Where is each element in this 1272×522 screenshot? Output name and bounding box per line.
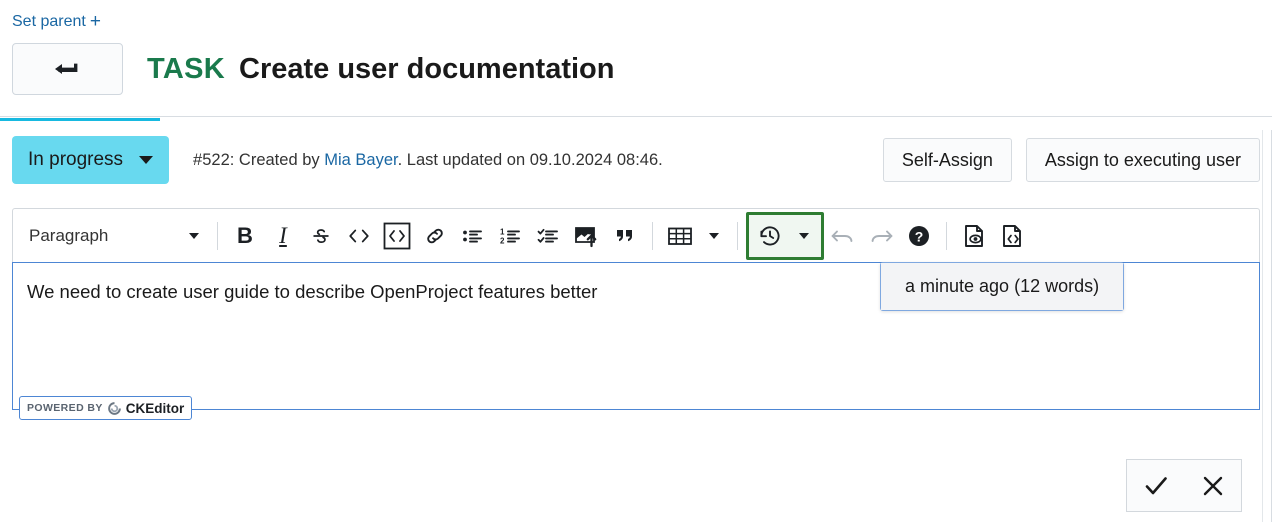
ckeditor-brand-label: CKEditor [126, 401, 185, 416]
todo-list-icon [537, 225, 561, 247]
strikethrough-button[interactable] [302, 217, 340, 255]
help-icon: ? [906, 223, 932, 249]
description-editor: Paragraph B I [12, 208, 1260, 410]
numbered-list-button[interactable]: 1 2 [492, 217, 530, 255]
accent-underline [0, 118, 160, 121]
info-prefix: #522: Created by [193, 151, 324, 169]
revision-history-panel: a minute ago (12 words) [880, 262, 1124, 311]
info-suffix: . Last updated on 09.10.2024 08:46. [398, 151, 663, 169]
revision-history-group [746, 212, 824, 260]
close-icon [1200, 473, 1226, 499]
assign-executing-user-button[interactable]: Assign to executing user [1026, 138, 1260, 182]
revision-history-button[interactable] [751, 217, 789, 255]
bold-button[interactable]: B [226, 217, 264, 255]
revision-history-dropdown[interactable] [789, 217, 819, 255]
revision-item[interactable]: a minute ago (12 words) [881, 263, 1123, 310]
help-button[interactable]: ? [900, 217, 938, 255]
bulleted-list-icon [461, 225, 485, 247]
plus-icon: + [90, 12, 101, 31]
toolbar-separator [217, 222, 218, 250]
paragraph-style-label: Paragraph [29, 226, 108, 246]
work-package-type: TASK [147, 53, 225, 86]
save-button[interactable] [1127, 460, 1184, 511]
edit-actions [1126, 459, 1242, 512]
table-icon [667, 225, 693, 247]
author-link[interactable]: Mia Bayer [324, 151, 397, 169]
cancel-button[interactable] [1184, 460, 1241, 511]
undo-icon [830, 225, 856, 247]
breadcrumb: Set parent + [0, 0, 1272, 26]
block-quote-icon [613, 225, 637, 247]
editor-toolbar: Paragraph B I [12, 208, 1260, 262]
insert-table-button[interactable] [661, 217, 699, 255]
bold-icon: B [237, 223, 253, 249]
chevron-down-icon [709, 233, 719, 239]
set-parent-link[interactable]: Set parent + [12, 12, 101, 31]
link-icon [423, 224, 447, 248]
strikethrough-icon [310, 225, 332, 247]
work-package-header: TASK Create user documentation [0, 26, 1272, 98]
redo-icon [868, 225, 894, 247]
set-parent-label: Set parent [12, 13, 86, 31]
check-icon [1143, 473, 1169, 499]
work-package-subject: Create user documentation [239, 53, 614, 86]
link-button[interactable] [416, 217, 454, 255]
toolbar-separator [652, 222, 653, 250]
preview-document-icon [961, 223, 987, 249]
markdown-source-icon [999, 223, 1025, 249]
powered-by-ckeditor-badge: POWERED BY CKEditor [19, 396, 192, 420]
numbered-list-icon: 1 2 [499, 225, 523, 247]
paragraph-style-dropdown[interactable]: Paragraph [19, 217, 209, 255]
italic-button[interactable]: I [264, 217, 302, 255]
chevron-down-icon [799, 233, 809, 239]
page-title: TASK Create user documentation [147, 53, 614, 86]
powered-by-label: POWERED BY [27, 402, 103, 414]
toolbar-separator [737, 222, 738, 250]
insert-table-dropdown[interactable] [699, 217, 729, 255]
toolbar-separator [946, 222, 947, 250]
preview-button[interactable] [955, 217, 993, 255]
italic-icon: I [279, 223, 287, 249]
insert-image-button[interactable] [568, 217, 606, 255]
svg-text:2: 2 [500, 236, 505, 245]
work-package-info: #522: Created by Mia Bayer. Last updated… [193, 151, 663, 170]
undo-button[interactable] [824, 217, 862, 255]
todo-list-button[interactable] [530, 217, 568, 255]
markdown-source-button[interactable] [993, 217, 1031, 255]
redo-button[interactable] [862, 217, 900, 255]
chevron-down-icon [189, 233, 199, 239]
code-block-icon [382, 221, 412, 251]
divider-line [0, 116, 1272, 117]
inline-code-icon [347, 225, 371, 247]
revision-history-icon [757, 223, 783, 249]
block-quote-button[interactable] [606, 217, 644, 255]
svg-text:1: 1 [500, 227, 505, 236]
code-block-button[interactable] [378, 217, 416, 255]
header-divider [0, 116, 1272, 122]
status-label: In progress [28, 149, 123, 171]
inline-code-button[interactable] [340, 217, 378, 255]
bulleted-list-button[interactable] [454, 217, 492, 255]
image-upload-icon [574, 224, 600, 248]
ckeditor-logo-icon [108, 402, 121, 415]
chevron-down-icon [139, 156, 153, 164]
self-assign-button[interactable]: Self-Assign [883, 138, 1012, 182]
back-button[interactable] [12, 43, 123, 95]
status-meta-bar: In progress #522: Created by Mia Bayer. … [0, 122, 1272, 184]
back-arrow-icon [53, 61, 83, 77]
status-button[interactable]: In progress [12, 136, 169, 184]
scrollbar-track[interactable] [1262, 130, 1263, 522]
svg-text:?: ? [915, 228, 924, 244]
